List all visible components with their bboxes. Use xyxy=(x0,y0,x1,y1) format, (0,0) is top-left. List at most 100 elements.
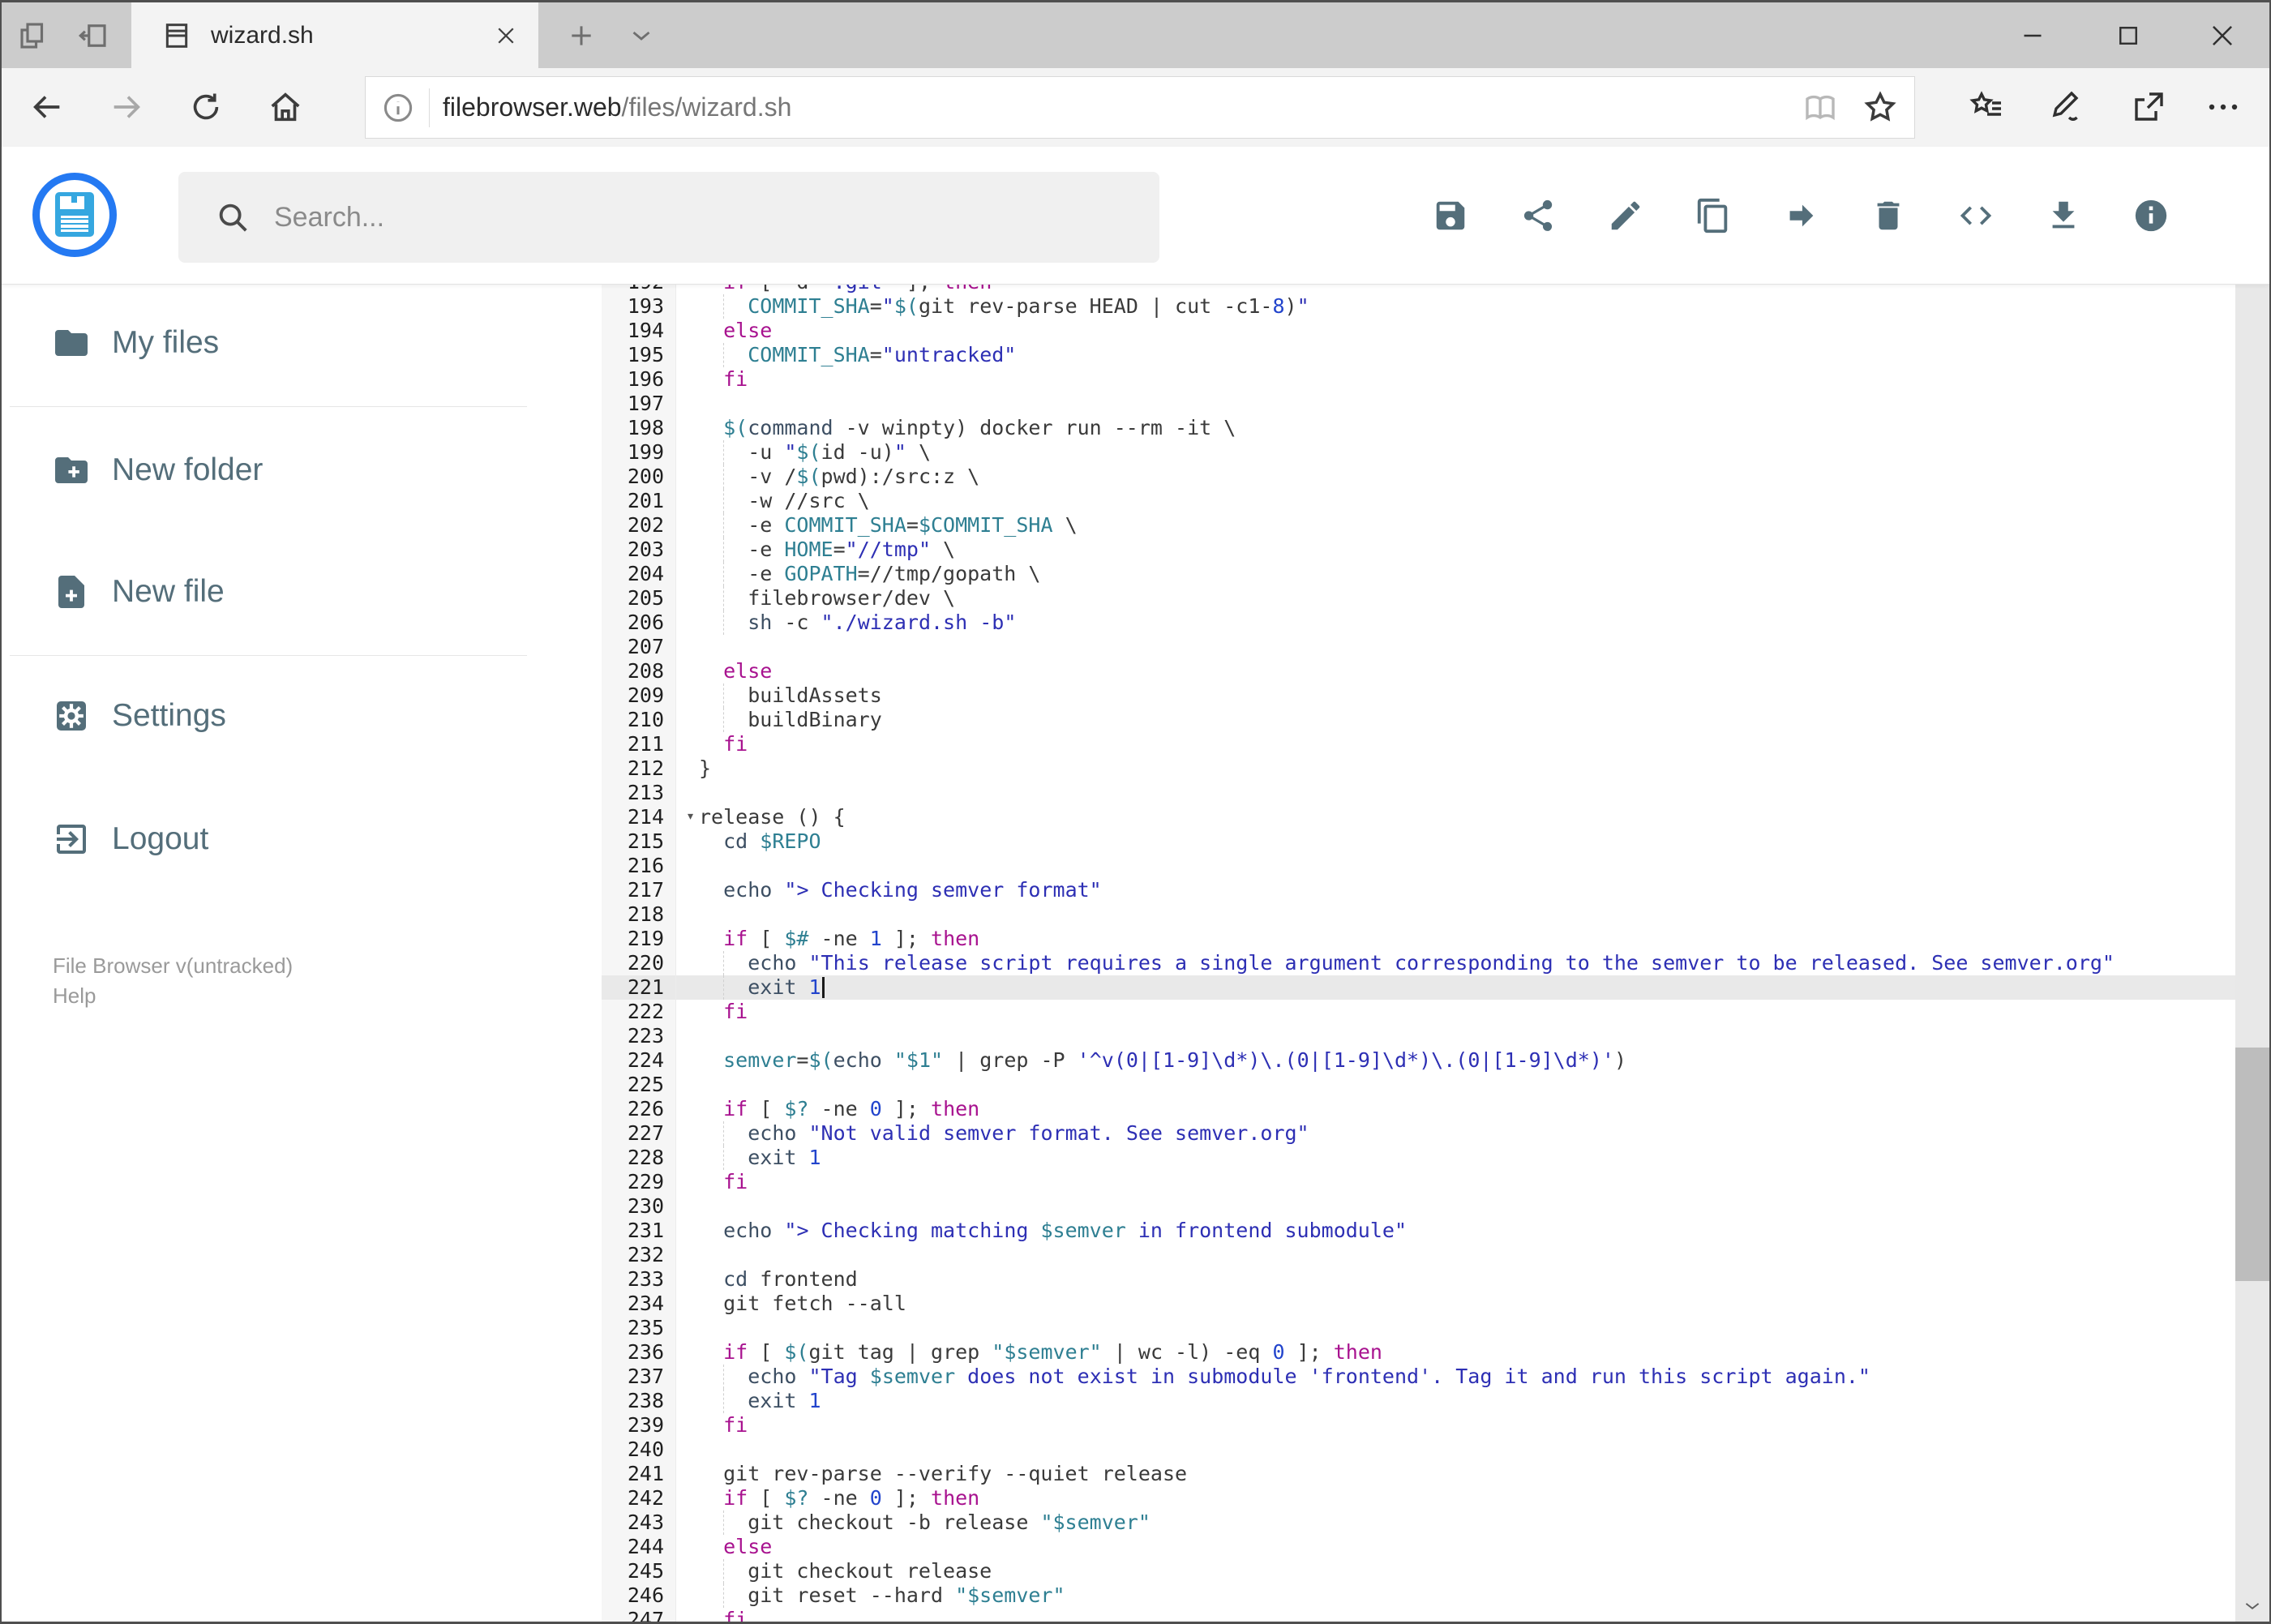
code-line-227[interactable]: 227 echo "Not valid semver format. See s… xyxy=(602,1121,2236,1146)
help-link[interactable]: Help xyxy=(53,981,293,1011)
new-tab-button[interactable] xyxy=(555,2,608,68)
code-line-203[interactable]: 203 -e HOME="//tmp" \ xyxy=(602,538,2236,562)
minimize-button[interactable] xyxy=(1990,2,2075,68)
code-line-198[interactable]: 198 $(command -v winpty) docker run --rm… xyxy=(602,416,2236,440)
sidebar-item-settings[interactable]: Settings xyxy=(2,667,537,765)
scroll-down-button[interactable] xyxy=(2235,1591,2269,1620)
code-editor[interactable]: 192 if [ -d ".git" ]; then193 COMMIT_SHA… xyxy=(602,285,2236,1622)
code-line-225[interactable]: 225 xyxy=(602,1073,2236,1097)
maximize-button[interactable] xyxy=(2086,2,2170,68)
code-line-233[interactable]: 233 cd frontend xyxy=(602,1267,2236,1292)
add-favorite-button[interactable] xyxy=(1854,82,1906,134)
forward-button[interactable] xyxy=(94,75,159,139)
code-line-242[interactable]: 242 if [ $? -ne 0 ]; then xyxy=(602,1486,2236,1510)
code-line-246[interactable]: 246 git reset --hard "$semver" xyxy=(602,1583,2236,1608)
code-line-213[interactable]: 213 xyxy=(602,781,2236,805)
code-line-223[interactable]: 223 xyxy=(602,1024,2236,1048)
set-tabs-aside-button[interactable] xyxy=(66,2,120,68)
home-button[interactable] xyxy=(253,75,318,139)
code-line-237[interactable]: 237 echo "Tag $semver does not exist in … xyxy=(602,1365,2236,1389)
code-line-192[interactable]: 192 if [ -d ".git" ]; then xyxy=(602,285,2236,294)
back-button[interactable] xyxy=(15,75,79,139)
code-line-209[interactable]: 209 buildAssets xyxy=(602,683,2236,708)
code-line-243[interactable]: 243 git checkout -b release "$semver" xyxy=(602,1510,2236,1535)
sidebar-item-my-files[interactable]: My files xyxy=(2,294,537,392)
code-line-239[interactable]: 239 fi xyxy=(602,1413,2236,1438)
sidebar-item-new-folder[interactable]: New folder xyxy=(2,422,537,519)
code-line-206[interactable]: 206 sh -c "./wizard.sh -b" xyxy=(602,611,2236,635)
scrollbar-thumb[interactable] xyxy=(2235,1048,2269,1281)
info-button[interactable] xyxy=(2107,172,2195,259)
search-box[interactable] xyxy=(178,172,1159,263)
code-line-226[interactable]: 226 if [ $? -ne 0 ]; then xyxy=(602,1097,2236,1121)
delete-button[interactable] xyxy=(1845,172,1932,259)
move-button[interactable] xyxy=(1757,172,1845,259)
code-line-220[interactable]: 220 echo "This release script requires a… xyxy=(602,951,2236,975)
fold-marker-icon[interactable]: ▾ xyxy=(686,804,695,829)
code-line-217[interactable]: 217 echo "> Checking semver format" xyxy=(602,878,2236,902)
code-line-197[interactable]: 197 xyxy=(602,392,2236,416)
code-line-204[interactable]: 204 -e GOPATH=//tmp/gopath \ xyxy=(602,562,2236,586)
site-info-icon[interactable] xyxy=(380,90,416,126)
page-scrollbar[interactable] xyxy=(2235,147,2269,1622)
code-line-229[interactable]: 229 fi xyxy=(602,1170,2236,1194)
edit-button[interactable] xyxy=(1582,172,1669,259)
code-line-232[interactable]: 232 xyxy=(602,1243,2236,1267)
code-line-230[interactable]: 230 xyxy=(602,1194,2236,1219)
code-line-205[interactable]: 205 filebrowser/dev \ xyxy=(602,586,2236,611)
code-line-240[interactable]: 240 xyxy=(602,1438,2236,1462)
code-line-199[interactable]: 199 -u "$(id -u)" \ xyxy=(602,440,2236,465)
code-line-235[interactable]: 235 xyxy=(602,1316,2236,1340)
browser-menu-button[interactable] xyxy=(2191,75,2256,139)
code-line-241[interactable]: 241 git rev-parse --verify --quiet relea… xyxy=(602,1462,2236,1486)
code-line-244[interactable]: 244 else xyxy=(602,1535,2236,1559)
sidebar-item-new-file[interactable]: New file xyxy=(2,543,537,641)
code-line-202[interactable]: 202 -e COMMIT_SHA=$COMMIT_SHA \ xyxy=(602,513,2236,538)
hub-button[interactable] xyxy=(1954,75,2019,139)
search-input[interactable] xyxy=(274,201,1085,234)
code-line-208[interactable]: 208 else xyxy=(602,659,2236,683)
code-line-210[interactable]: 210 buildBinary xyxy=(602,708,2236,732)
code-line-247[interactable]: 247 fi xyxy=(602,1608,2236,1622)
code-line-228[interactable]: 228 exit 1 xyxy=(602,1146,2236,1170)
share-page-button[interactable] xyxy=(2116,75,2181,139)
web-notes-button[interactable] xyxy=(2035,75,2100,139)
code-line-195[interactable]: 195 COMMIT_SHA="untracked" xyxy=(602,343,2236,367)
code-line-234[interactable]: 234 git fetch --all xyxy=(602,1292,2236,1316)
code-line-236[interactable]: 236 if [ $(git tag | grep "$semver" | wc… xyxy=(602,1340,2236,1365)
code-line-193[interactable]: 193 COMMIT_SHA="$(git rev-parse HEAD | c… xyxy=(602,294,2236,319)
code-line-201[interactable]: 201 -w //src \ xyxy=(602,489,2236,513)
close-button[interactable] xyxy=(2180,2,2265,68)
download-button[interactable] xyxy=(2020,172,2107,259)
code-line-221[interactable]: 221 exit 1 xyxy=(602,975,2236,1000)
filebrowser-logo[interactable] xyxy=(32,173,117,257)
url-field[interactable]: filebrowser.web/files/wizard.sh xyxy=(365,76,1915,139)
code-line-238[interactable]: 238 exit 1 xyxy=(602,1389,2236,1413)
code-line-196[interactable]: 196 fi xyxy=(602,367,2236,392)
tab-close-button[interactable] xyxy=(483,13,529,58)
code-line-194[interactable]: 194 else xyxy=(602,319,2236,343)
refresh-button[interactable] xyxy=(174,75,238,139)
code-line-200[interactable]: 200 -v /$(pwd):/src:z \ xyxy=(602,465,2236,489)
tab-wizard-sh[interactable]: wizard.sh xyxy=(131,2,538,68)
sidebar-item-logout[interactable]: Logout xyxy=(2,791,537,888)
save-button[interactable] xyxy=(1407,172,1494,259)
share-button[interactable] xyxy=(1494,172,1582,259)
code-line-245[interactable]: 245 git checkout release xyxy=(602,1559,2236,1583)
tab-preview-button[interactable] xyxy=(6,2,60,68)
code-line-219[interactable]: 219 if [ $# -ne 1 ]; then xyxy=(602,927,2236,951)
tab-list-button[interactable] xyxy=(615,2,668,68)
code-line-214[interactable]: 214 ▾ release () { xyxy=(602,805,2236,829)
reading-view-button[interactable] xyxy=(1794,82,1846,134)
code-line-222[interactable]: 222 fi xyxy=(602,1000,2236,1024)
code-line-212[interactable]: 212} xyxy=(602,756,2236,781)
code-line-218[interactable]: 218 xyxy=(602,902,2236,927)
code-line-211[interactable]: 211 fi xyxy=(602,732,2236,756)
switch-view-button[interactable] xyxy=(1932,172,2020,259)
code-line-231[interactable]: 231 echo "> Checking matching $semver in… xyxy=(602,1219,2236,1243)
code-line-216[interactable]: 216 xyxy=(602,854,2236,878)
code-line-207[interactable]: 207 xyxy=(602,635,2236,659)
code-line-215[interactable]: 215 cd $REPO xyxy=(602,829,2236,854)
copy-button[interactable] xyxy=(1669,172,1757,259)
code-line-224[interactable]: 224 semver=$(echo "$1" | grep -P '^v(0|[… xyxy=(602,1048,2236,1073)
